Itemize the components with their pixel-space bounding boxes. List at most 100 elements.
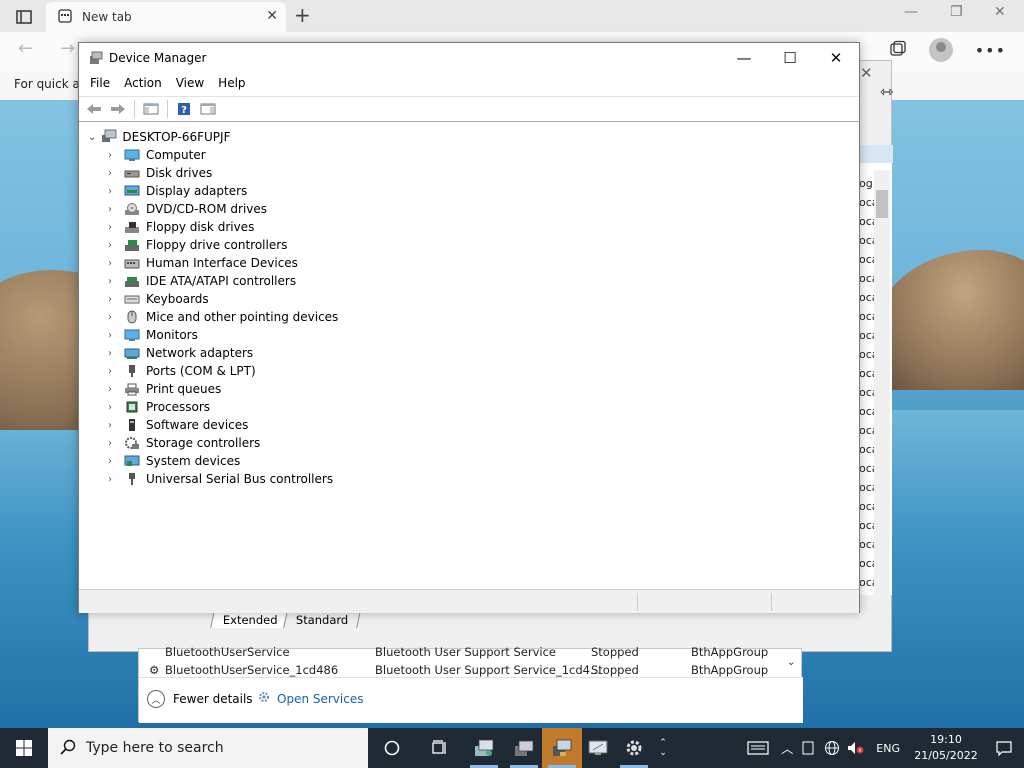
- notification-icon[interactable]: [984, 740, 1024, 756]
- chevron-right-icon[interactable]: ›: [108, 276, 120, 287]
- tree-node[interactable]: › Print queues: [108, 380, 221, 398]
- start-button[interactable]: [0, 728, 48, 768]
- chevron-right-icon[interactable]: ›: [108, 294, 120, 305]
- chevron-right-icon[interactable]: ›: [108, 204, 120, 215]
- profile-avatar[interactable]: [928, 38, 953, 62]
- chevron-right-icon[interactable]: ›: [108, 366, 120, 377]
- menu-file[interactable]: File: [83, 73, 117, 95]
- menu-help[interactable]: Help: [211, 73, 252, 95]
- services-list-item[interactable]: oca: [859, 310, 875, 323]
- tree-node[interactable]: › Mice and other pointing devices: [108, 308, 338, 326]
- more-options-icon[interactable]: •••: [975, 41, 1006, 60]
- services-list-item[interactable]: oca: [859, 253, 875, 266]
- services-close-icon[interactable]: ✕: [860, 64, 873, 82]
- tree-node[interactable]: › DVD/CD-ROM drives: [108, 200, 267, 218]
- show-hide-console-tree-icon[interactable]: [140, 99, 162, 119]
- services-list-item[interactable]: og: [859, 177, 875, 190]
- chevron-right-icon[interactable]: ›: [108, 348, 120, 359]
- services-list-item[interactable]: oca: [859, 272, 875, 285]
- chevron-right-icon[interactable]: ›: [108, 168, 120, 179]
- browser-restore-button[interactable]: ❐: [950, 4, 963, 20]
- menu-action[interactable]: Action: [117, 73, 169, 95]
- chevron-right-icon[interactable]: ›: [108, 330, 120, 341]
- services-list-item[interactable]: oca: [859, 462, 875, 475]
- services-list-item[interactable]: oca: [859, 215, 875, 228]
- services-list-item[interactable]: oca: [859, 519, 875, 532]
- chevron-right-icon[interactable]: ›: [108, 258, 120, 269]
- network-globe-icon[interactable]: [820, 740, 844, 756]
- help-icon[interactable]: ?: [173, 99, 195, 119]
- services-scrollbar[interactable]: [874, 170, 890, 600]
- tab-close-icon[interactable]: ✕: [266, 8, 278, 24]
- tree-node[interactable]: › Storage controllers: [108, 434, 260, 452]
- taskbar-tray-tablet-icon[interactable]: [796, 741, 820, 755]
- tab-extended[interactable]: Extended: [210, 611, 291, 628]
- chevron-right-icon[interactable]: ›: [108, 186, 120, 197]
- fewer-details-button[interactable]: ︿ Fewer details: [147, 690, 253, 708]
- close-button[interactable]: ✕: [813, 45, 859, 71]
- chevron-right-icon[interactable]: ›: [108, 222, 120, 233]
- cortana-icon[interactable]: [372, 728, 412, 768]
- browser-tab[interactable]: New tab ✕: [46, 2, 286, 32]
- chevron-right-icon[interactable]: ›: [108, 474, 120, 485]
- taskbar-app-settings-gear-icon[interactable]: [614, 728, 654, 768]
- services-list-item[interactable]: oca: [859, 424, 875, 437]
- tree-node[interactable]: › Monitors: [108, 326, 198, 344]
- services-list-item[interactable]: oca: [859, 348, 875, 361]
- services-list-item[interactable]: oca: [859, 291, 875, 304]
- open-services-link[interactable]: Open Services: [257, 690, 363, 707]
- services-list-item[interactable]: oca: [859, 367, 875, 380]
- chevron-right-icon[interactable]: ›: [108, 402, 120, 413]
- chevron-right-icon[interactable]: ›: [108, 438, 120, 449]
- forward-icon[interactable]: [107, 99, 129, 119]
- show-hidden-icons-chevron-icon[interactable]: ︿: [778, 740, 796, 757]
- tree-node[interactable]: › Floppy drive controllers: [108, 236, 287, 254]
- forward-arrow-icon[interactable]: →: [60, 38, 75, 59]
- tree-node[interactable]: › Floppy disk drives: [108, 218, 254, 236]
- tree-node[interactable]: › Keyboards: [108, 290, 209, 308]
- menu-view[interactable]: View: [169, 73, 211, 95]
- tree-node[interactable]: › Processors: [108, 398, 210, 416]
- taskbar-app-device-manager-icon[interactable]: [542, 728, 582, 768]
- show-action-pane-icon[interactable]: [197, 99, 219, 119]
- collections-icon[interactable]: [889, 40, 907, 61]
- services-list-item[interactable]: oca: [859, 405, 875, 418]
- tree-node[interactable]: › Computer: [108, 146, 206, 164]
- tree-node[interactable]: › Human Interface Devices: [108, 254, 298, 272]
- taskbar-search-box[interactable]: Type here to search: [48, 728, 368, 768]
- table-row[interactable]: BluetoothUserService Bluetooth User Supp…: [145, 645, 795, 663]
- tab-standard[interactable]: Standard: [282, 611, 361, 628]
- tree-node[interactable]: › System devices: [108, 452, 240, 470]
- back-icon[interactable]: [83, 99, 105, 119]
- tree-node[interactable]: › Universal Serial Bus controllers: [108, 470, 333, 488]
- tree-root[interactable]: ⌄ DESKTOP-66FUPJF: [88, 128, 230, 146]
- chevron-down-icon[interactable]: ⌄: [787, 657, 795, 668]
- clock[interactable]: 19:10 21/05/2022: [908, 732, 984, 764]
- services-list-item[interactable]: oca: [859, 386, 875, 399]
- browser-close-button[interactable]: ✕: [994, 4, 1006, 20]
- services-list-item[interactable]: oca: [859, 443, 875, 456]
- tree-node[interactable]: › Display adapters: [108, 182, 247, 200]
- taskbar-app-device-icon[interactable]: [504, 728, 544, 768]
- tree-node[interactable]: › Software devices: [108, 416, 248, 434]
- chevron-right-icon[interactable]: ›: [108, 150, 120, 161]
- tree-node[interactable]: › IDE ATA/ATAPI controllers: [108, 272, 296, 290]
- services-list-item[interactable]: oca: [859, 234, 875, 247]
- volume-muted-icon[interactable]: x: [844, 741, 868, 755]
- chevron-right-icon[interactable]: ›: [108, 312, 120, 323]
- chevron-right-icon[interactable]: ›: [108, 420, 120, 431]
- new-tab-button[interactable]: +: [294, 3, 311, 27]
- services-list-item[interactable]: oca: [859, 329, 875, 342]
- language-indicator[interactable]: ENG: [876, 742, 900, 755]
- tree-node[interactable]: › Ports (COM & LPT): [108, 362, 256, 380]
- services-list-item[interactable]: oca: [859, 557, 875, 570]
- services-list-item[interactable]: oca: [859, 576, 875, 589]
- services-list-item[interactable]: oca: [859, 481, 875, 494]
- chevron-down-icon[interactable]: ⌄: [88, 132, 96, 143]
- services-list-item[interactable]: oca: [859, 538, 875, 551]
- back-arrow-icon[interactable]: ←: [18, 38, 33, 59]
- task-view-icon[interactable]: [420, 728, 460, 768]
- tree-node[interactable]: › Network adapters: [108, 344, 253, 362]
- taskbar-app-network-icon[interactable]: [464, 728, 504, 768]
- chevron-right-icon[interactable]: ›: [108, 384, 120, 395]
